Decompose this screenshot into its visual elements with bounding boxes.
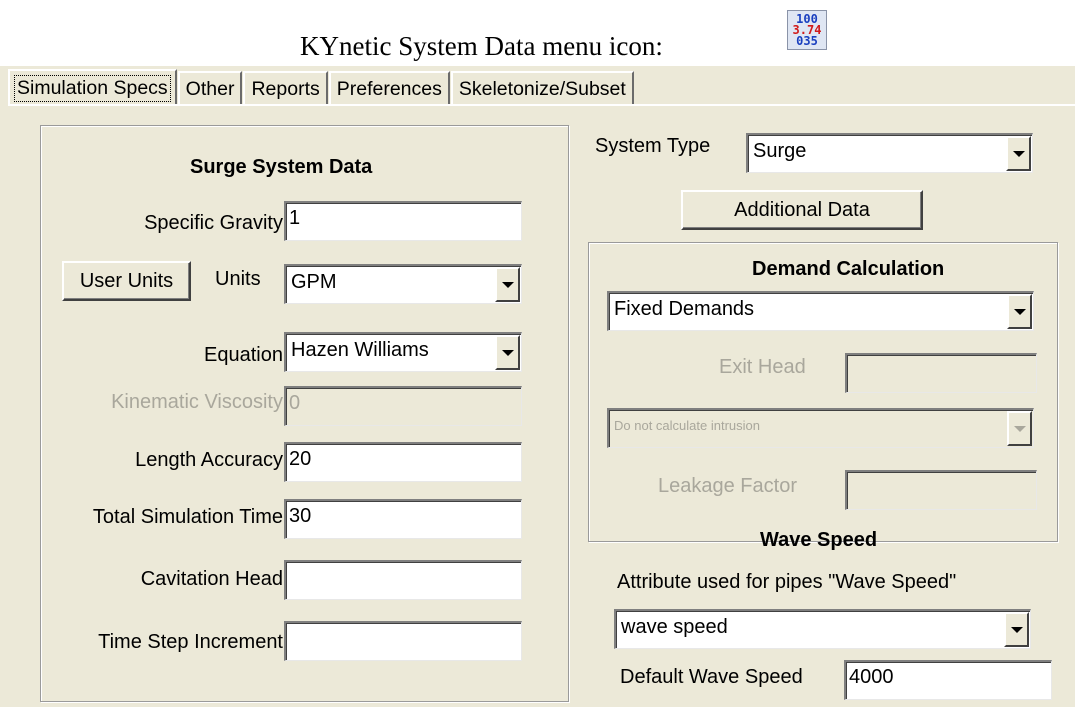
surge-system-data-group: Surge System Data Specific Gravity 1 Use…	[40, 125, 569, 702]
tab-strip: Simulation Specs Other Reports Preferenc…	[8, 69, 635, 105]
specific-gravity-label: Specific Gravity	[144, 212, 283, 234]
default-wave-speed-label: Default Wave Speed	[620, 666, 803, 688]
wave-speed-attribute-value: wave speed	[621, 616, 728, 638]
tab-label: Preferences	[336, 77, 442, 100]
units-label: Units	[215, 268, 261, 290]
tab-simulation-specs[interactable]: Simulation Specs	[8, 69, 177, 105]
system-type-label: System Type	[595, 135, 711, 157]
tab-other[interactable]: Other	[177, 71, 243, 105]
tab-label: Skeletonize/Subset	[458, 77, 626, 100]
exit-head-input	[845, 353, 1037, 393]
specific-gravity-input[interactable]: 1	[284, 201, 522, 241]
leakage-factor-label: Leakage Factor	[658, 475, 797, 497]
equation-value: Hazen Williams	[291, 339, 429, 361]
icon-line-3: 035	[796, 33, 818, 48]
units-select[interactable]: GPM	[284, 264, 522, 304]
caption-text: KYnetic System Data menu icon:	[300, 31, 663, 61]
chevron-down-icon[interactable]	[1006, 136, 1031, 171]
length-accuracy-label: Length Accuracy	[135, 449, 283, 471]
tab-reports[interactable]: Reports	[243, 71, 328, 105]
dialog-panel: Simulation Specs Other Reports Preferenc…	[0, 66, 1075, 707]
kynetic-system-data-icon: 100 3.74 035	[787, 10, 827, 50]
additional-data-button[interactable]: Additional Data	[681, 190, 923, 230]
wave-speed-attribute-label: Attribute used for pipes "Wave Speed"	[617, 571, 957, 593]
leakage-factor-input	[845, 470, 1037, 510]
units-value: GPM	[291, 271, 337, 293]
chevron-down-icon[interactable]	[1007, 294, 1032, 329]
system-type-select[interactable]: Surge	[746, 133, 1033, 173]
exit-head-label: Exit Head	[719, 356, 806, 378]
tab-skeletonize-subset[interactable]: Skeletonize/Subset	[450, 71, 634, 105]
chevron-down-icon[interactable]	[495, 335, 520, 370]
default-wave-speed-input[interactable]: 4000	[844, 660, 1052, 700]
tab-label: Reports	[251, 77, 320, 100]
kinematic-viscosity-input: 0	[284, 386, 522, 426]
total-simulation-time-input[interactable]: 30	[284, 499, 522, 539]
intrusion-select: Do not calculate intrusion	[607, 408, 1034, 448]
wave-speed-title: Wave Speed	[760, 529, 878, 551]
demand-calculation-group: Demand Calculation Fixed Demands Exit He…	[588, 242, 1058, 542]
demand-mode-select[interactable]: Fixed Demands	[607, 291, 1034, 331]
chevron-down-icon[interactable]	[1004, 612, 1029, 647]
tab-label: Other	[185, 77, 235, 100]
user-units-button[interactable]: User Units	[62, 261, 191, 301]
chevron-down-icon[interactable]	[495, 267, 520, 302]
kinematic-viscosity-label: Kinematic Viscosity	[111, 391, 283, 413]
equation-select[interactable]: Hazen Williams	[284, 332, 522, 372]
surge-system-data-title: Surge System Data	[190, 156, 373, 178]
wave-speed-attribute-select[interactable]: wave speed	[614, 609, 1031, 649]
time-step-increment-label: Time Step Increment	[98, 631, 283, 653]
tab-page-border	[8, 104, 1075, 106]
caption: KYnetic System Data menu icon: 100 3.74 …	[0, 0, 1075, 66]
time-step-increment-input[interactable]	[284, 621, 522, 661]
equation-label: Equation	[204, 344, 283, 366]
chevron-down-icon	[1007, 411, 1032, 446]
total-simulation-time-label: Total Simulation Time	[92, 506, 283, 528]
cavitation-head-input[interactable]	[284, 560, 522, 600]
tab-preferences[interactable]: Preferences	[328, 71, 450, 105]
cavitation-head-label: Cavitation Head	[140, 568, 283, 590]
intrusion-value: Do not calculate intrusion	[614, 418, 760, 433]
system-type-value: Surge	[753, 140, 807, 162]
length-accuracy-input[interactable]: 20	[284, 442, 522, 482]
tab-label: Simulation Specs	[14, 74, 171, 102]
demand-calculation-title: Demand Calculation	[752, 258, 945, 280]
demand-mode-value: Fixed Demands	[614, 298, 755, 320]
